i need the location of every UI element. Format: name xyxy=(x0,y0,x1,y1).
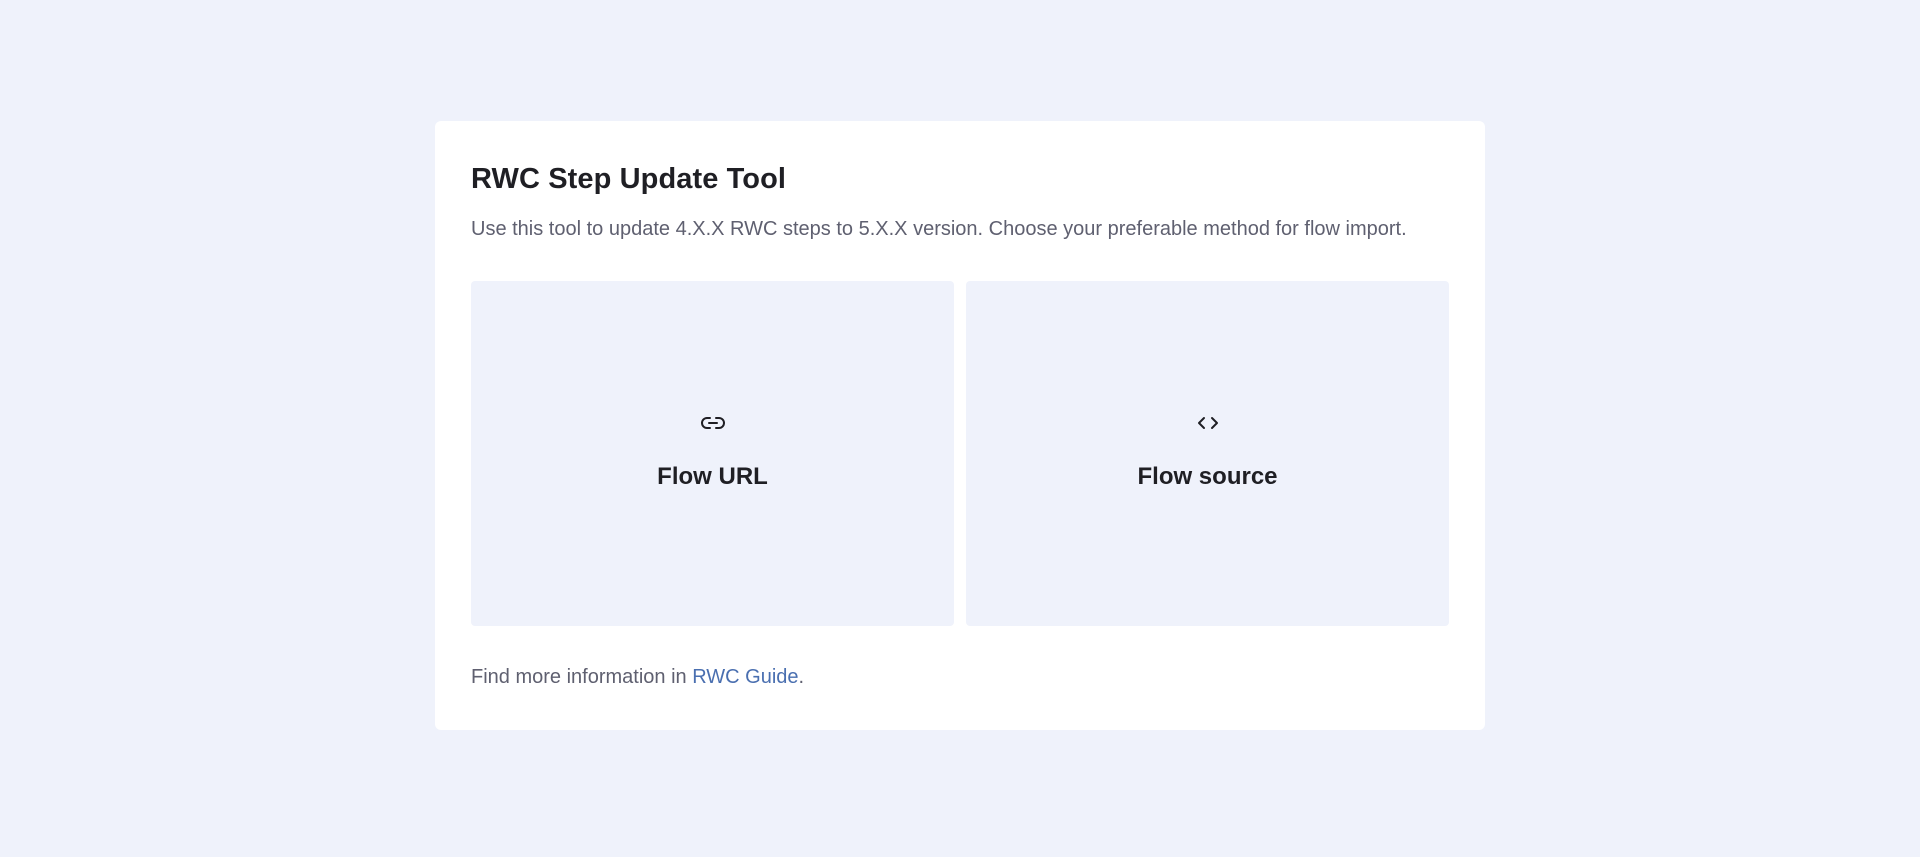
footer-text: Find more information in RWC Guide. xyxy=(471,666,804,689)
page-title: RWC Step Update Tool xyxy=(471,163,787,195)
footer-prefix: Find more information in xyxy=(471,666,693,688)
flow-url-label: Flow URL xyxy=(657,463,768,490)
flow-source-label: Flow source xyxy=(1137,463,1278,490)
code-icon xyxy=(1194,411,1222,435)
flow-source-option[interactable]: Flow source xyxy=(966,281,1449,626)
rwc-guide-link[interactable]: RWC Guide xyxy=(692,666,798,688)
update-tool-card: RWC Step Update Tool Use this tool to up… xyxy=(435,121,1485,730)
flow-url-option[interactable]: Flow URL xyxy=(471,281,954,626)
page-subtitle: Use this tool to update 4.X.X RWC steps … xyxy=(471,218,1407,240)
link-icon xyxy=(699,411,727,435)
import-method-options: Flow URL Flow source xyxy=(471,281,1449,626)
footer-suffix: . xyxy=(798,666,805,688)
